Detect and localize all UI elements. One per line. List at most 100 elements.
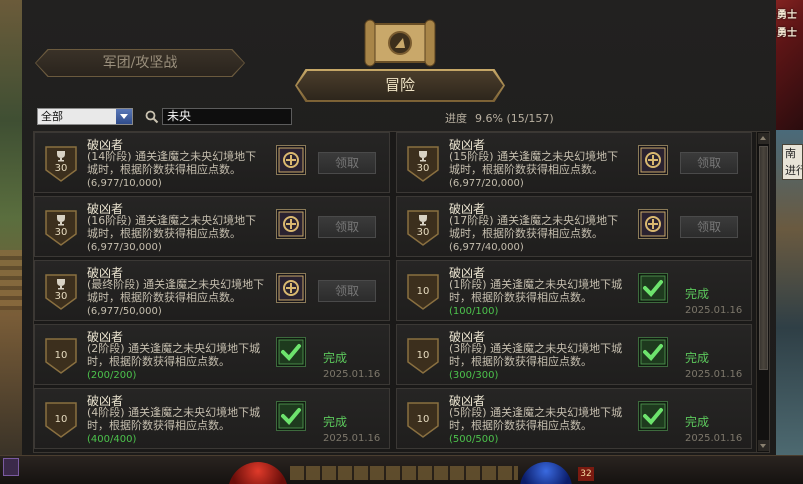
completion-date: 2025.01.16 xyxy=(685,433,743,444)
status-complete: 完成 xyxy=(323,351,348,365)
achievement-progress: (6,977/50,000) xyxy=(87,306,162,317)
progress-label: 进度 xyxy=(445,112,467,125)
scroll-down-button[interactable] xyxy=(758,440,769,451)
points-value: 30 xyxy=(416,227,430,238)
checkmark-icon xyxy=(276,401,306,431)
points-value: 10 xyxy=(54,350,68,361)
achievement-desc: (15阶段) 通关逢魔之未央幻境地下城时，根据阶数获得相应点数。 xyxy=(449,150,619,176)
completion-date: 2025.01.16 xyxy=(323,369,381,380)
points-badge: 10 xyxy=(407,402,439,438)
points-badge: 30 xyxy=(45,210,77,246)
points-badge: 30 xyxy=(45,146,77,182)
status-complete: 完成 xyxy=(323,415,348,429)
status-complete: 完成 xyxy=(685,351,710,365)
progress-readout: 进度 9.6% (15/157) xyxy=(445,110,554,125)
achievement-desc: (5阶段) 通关逢魔之未央幻境地下城时，根据阶数获得相应点数。 xyxy=(449,406,623,432)
achievement-desc: (17阶段) 通关逢魔之未央幻境地下城时，根据阶数获得相应点数。 xyxy=(449,214,619,240)
status-complete: 完成 xyxy=(685,415,710,429)
claim-button[interactable]: 领取 xyxy=(680,152,738,174)
points-badge: 10 xyxy=(407,274,439,310)
trophy-icon xyxy=(419,151,427,162)
achievement-desc: (1阶段) 通关逢魔之未央幻境地下城时，根据阶数获得相应点数。 xyxy=(449,278,623,304)
achievement-card[interactable]: 10 破凶者 (4阶段) 通关逢魔之未央幻境地下城时，根据阶数获得相应点数。 (400… xyxy=(34,388,390,449)
game-world-right: 南 进行 xyxy=(776,130,803,460)
achievement-progress: (400/400) xyxy=(87,434,137,445)
trophy-icon xyxy=(419,215,427,226)
side-quest-tag[interactable]: 南 进行 xyxy=(782,144,803,180)
category-select[interactable]: 全部 xyxy=(37,108,133,125)
points-value: 10 xyxy=(416,350,430,361)
points-badge: 10 xyxy=(45,402,77,438)
reward-icon[interactable] xyxy=(276,145,306,175)
completion-date: 2025.01.16 xyxy=(323,433,381,444)
points-value: 30 xyxy=(54,291,68,302)
checkmark-icon xyxy=(638,273,668,303)
search-icon xyxy=(145,110,159,124)
trophy-icon xyxy=(57,151,65,162)
points-badge: 30 xyxy=(45,274,77,310)
reward-icon[interactable] xyxy=(276,209,306,239)
game-world-left xyxy=(0,0,22,484)
search-input[interactable]: 未央 xyxy=(162,108,292,125)
achievement-progress: (300/300) xyxy=(449,370,499,381)
achievement-desc: (2阶段) 通关逢魔之未央幻境地下城时，根据阶数获得相应点数。 xyxy=(87,342,261,368)
points-badge: 10 xyxy=(407,338,439,374)
achievement-desc: (14阶段) 通关逢魔之未央幻境地下城时，根据阶数获得相应点数。 xyxy=(87,150,257,176)
completion-date: 2025.01.16 xyxy=(685,305,743,316)
status-complete: 完成 xyxy=(685,287,710,301)
points-value: 10 xyxy=(54,414,68,425)
achievement-desc: (4阶段) 通关逢魔之未央幻境地下城时，根据阶数获得相应点数。 xyxy=(87,406,261,432)
progress-value: 9.6% (15/157) xyxy=(475,112,554,125)
achievement-desc: (最终阶段) 通关逢魔之未央幻境地下城时，根据阶数获得相应点数。 xyxy=(87,278,265,304)
points-badge: 30 xyxy=(407,210,439,246)
points-value: 10 xyxy=(416,414,430,425)
achievement-card[interactable]: 10 破凶者 (2阶段) 通关逢魔之未央幻境地下城时，根据阶数获得相应点数。 (200… xyxy=(34,324,390,385)
achievement-card[interactable]: 30 破凶者 (15阶段) 通关逢魔之未央幻境地下城时，根据阶数获得相应点数。 (6,… xyxy=(396,132,752,193)
achievement-card[interactable]: 10 破凶者 (5阶段) 通关逢魔之未央幻境地下城时，根据阶数获得相应点数。 (500… xyxy=(396,388,752,449)
achievement-card[interactable]: 30 破凶者 (17阶段) 通关逢魔之未央幻境地下城时，根据阶数获得相应点数。 (6,… xyxy=(396,196,752,257)
checkmark-icon xyxy=(638,401,668,431)
points-value: 30 xyxy=(54,227,68,238)
achievement-card[interactable]: 10 破凶者 (1阶段) 通关逢魔之未央幻境地下城时，根据阶数获得相应点数。 (100… xyxy=(396,260,752,321)
skill-bar[interactable] xyxy=(290,466,518,480)
category-select-value: 全部 xyxy=(41,110,63,123)
achievement-progress: (6,977/40,000) xyxy=(449,242,524,253)
achievement-progress: (6,977/20,000) xyxy=(449,178,524,189)
scroll-up-button[interactable] xyxy=(758,133,769,144)
achievement-progress: (6,977/10,000) xyxy=(87,178,162,189)
completion-date: 2025.01.16 xyxy=(685,369,743,380)
buff-icon[interactable] xyxy=(3,458,19,476)
achievement-desc: (16阶段) 通关逢魔之未央幻境地下城时，根据阶数获得相应点数。 xyxy=(87,214,257,240)
claim-button[interactable]: 领取 xyxy=(318,216,376,238)
reward-icon[interactable] xyxy=(638,145,668,175)
trophy-icon xyxy=(57,279,65,290)
points-value: 30 xyxy=(54,163,68,174)
scroll-emblem-icon xyxy=(364,19,436,67)
claim-button[interactable]: 领取 xyxy=(680,216,738,238)
scroll-thumb[interactable] xyxy=(759,146,768,370)
reward-icon[interactable] xyxy=(638,209,668,239)
achievement-card[interactable]: 30 破凶者 (最终阶段) 通关逢魔之未央幻境地下城时，根据阶数获得相应点数。 (6,… xyxy=(34,260,390,321)
achievement-progress: (500/500) xyxy=(449,434,499,445)
points-value: 10 xyxy=(416,286,430,297)
chevron-down-icon[interactable] xyxy=(116,109,132,124)
tab-adventure[interactable]: 冒险 xyxy=(297,71,503,100)
points-badge: 30 xyxy=(407,146,439,182)
achievement-progress: (6,977/30,000) xyxy=(87,242,162,253)
points-badge: 10 xyxy=(45,338,77,374)
reward-icon[interactable] xyxy=(276,273,306,303)
trophy-icon xyxy=(57,215,65,226)
achievement-progress: (100/100) xyxy=(449,306,499,317)
claim-button[interactable]: 领取 xyxy=(318,152,376,174)
achievement-progress: (200/200) xyxy=(87,370,137,381)
achievement-desc: (3阶段) 通关逢魔之未央幻境地下城时，根据阶数获得相应点数。 xyxy=(449,342,623,368)
achievement-card[interactable]: 30 破凶者 (16阶段) 通关逢魔之未央幻境地下城时，根据阶数获得相应点数。 (6,… xyxy=(34,196,390,257)
points-value: 30 xyxy=(416,163,430,174)
claim-button[interactable]: 领取 xyxy=(318,280,376,302)
list-scrollbar[interactable] xyxy=(756,132,769,452)
achievement-card[interactable]: 30 破凶者 (14阶段) 通关逢魔之未央幻境地下城时，根据阶数获得相应点数。 (6,… xyxy=(34,132,390,193)
checkmark-icon xyxy=(638,337,668,367)
level-indicator: 32 xyxy=(578,467,594,481)
achievement-card[interactable]: 10 破凶者 (3阶段) 通关逢魔之未央幻境地下城时，根据阶数获得相应点数。 (300… xyxy=(396,324,752,385)
tab-legion[interactable]: 军团/攻坚战 xyxy=(36,50,244,76)
